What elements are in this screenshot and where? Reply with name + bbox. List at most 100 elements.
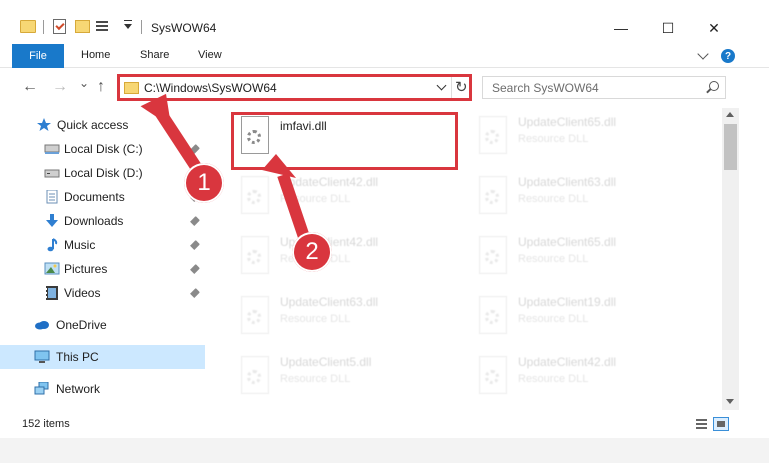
file-item[interactable]: UpdateClient19.dll Resource DLL [472, 293, 702, 343]
address-separator [451, 77, 452, 98]
file-type: Resource DLL [280, 373, 351, 385]
sidebar-item-label: OneDrive [56, 318, 107, 332]
documents-icon [46, 190, 58, 204]
sidebar-item-label: Videos [64, 286, 101, 300]
pin-icon[interactable] [190, 216, 200, 226]
quick-access-customize-icon[interactable] [96, 19, 114, 34]
tab-home[interactable]: Home [81, 49, 110, 61]
up-button[interactable]: ↑ [97, 79, 105, 95]
file-type: Resource DLL [518, 373, 589, 385]
help-icon[interactable]: ? [721, 49, 735, 63]
file-name: UpdateClient5.dll [280, 355, 372, 369]
sidebar-item-videos[interactable]: Videos [0, 281, 205, 305]
step-badge-2: 2 [292, 232, 332, 272]
tab-view[interactable]: View [198, 49, 222, 61]
sidebar-item-pictures[interactable]: Pictures [0, 257, 205, 281]
file-type: Resource DLL [518, 133, 589, 145]
address-dropdown-icon[interactable] [436, 80, 447, 91]
file-item[interactable]: UpdateClient65.dll Resource DLL [472, 113, 702, 163]
file-type: Resource DLL [280, 193, 351, 205]
minimize-button[interactable]: — [598, 12, 644, 44]
file-type: Resource DLL [518, 193, 589, 205]
file-type: Resource DLL [518, 253, 589, 265]
status-bar: 152 items [0, 410, 769, 438]
sidebar-item-downloads[interactable]: Downloads [0, 209, 205, 233]
file-name: UpdateClient42.dll [280, 175, 379, 189]
item-count: 152 items [22, 418, 70, 430]
file-name: UpdateClient19.dll [518, 295, 617, 309]
recent-locations-button[interactable]: ⌄ [79, 75, 89, 91]
file-highlight-box [231, 112, 458, 170]
file-item[interactable]: UpdateClient42.dll Resource DLL [472, 353, 702, 403]
new-folder-icon[interactable] [75, 20, 90, 33]
dll-file-icon [476, 236, 510, 280]
scroll-up-arrow-icon[interactable] [726, 112, 734, 117]
search-icon[interactable] [709, 81, 719, 91]
file-name: UpdateClient63.dll [280, 295, 379, 309]
sidebar-item-local-disk-c[interactable]: Local Disk (C:) [0, 137, 205, 161]
sidebar-item-network[interactable]: Network [0, 377, 205, 401]
window-bottom-edge [0, 438, 769, 463]
file-name: UpdateClient65.dll [518, 235, 617, 249]
scroll-down-arrow-icon[interactable] [726, 399, 734, 404]
sidebar-item-local-disk-d[interactable]: Local Disk (D:) [0, 161, 205, 185]
folder-icon [124, 82, 139, 94]
pin-icon[interactable] [190, 264, 200, 274]
sidebar-item-quick-access[interactable]: Quick access [0, 113, 205, 137]
sidebar-item-label: This PC [56, 350, 99, 364]
file-type: Resource DLL [518, 313, 589, 325]
large-icons-view-icon[interactable] [713, 417, 729, 431]
sidebar-item-label: Downloads [64, 214, 124, 228]
address-bar[interactable]: C:\Windows\SysWOW64 ↻ [117, 74, 472, 101]
sidebar-item-label: Quick access [57, 118, 129, 132]
sidebar-item-documents[interactable]: Documents [0, 185, 205, 209]
expand-ribbon-chevron-icon[interactable] [697, 48, 709, 60]
file-item[interactable]: UpdateClient65.dll Resource DLL [472, 233, 702, 283]
file-item[interactable]: UpdateClient63.dll Resource DLL [234, 293, 464, 343]
pin-icon[interactable] [190, 144, 200, 154]
file-item[interactable]: UpdateClient63.dll Resource DLL [472, 173, 702, 223]
folder-icon [20, 20, 36, 33]
vertical-scrollbar[interactable] [722, 108, 739, 410]
title-separator [141, 20, 142, 34]
back-button[interactable]: ← [22, 79, 38, 95]
drive-icon [44, 144, 60, 154]
file-item[interactable]: UpdateClient42.dll Resource DLL [234, 173, 464, 223]
dll-file-icon [476, 356, 510, 400]
sidebar-item-label: Network [56, 382, 101, 396]
title-bar: SysWOW64 — ☐ ✕ [0, 0, 769, 44]
downloads-icon [46, 214, 58, 227]
quick-access-dropdown-icon[interactable] [124, 20, 132, 29]
search-input[interactable]: Search SysWOW64 [482, 76, 726, 99]
window-title: SysWOW64 [151, 21, 217, 35]
address-path[interactable]: C:\Windows\SysWOW64 [144, 81, 277, 95]
videos-icon [46, 286, 58, 300]
tab-share[interactable]: Share [140, 49, 169, 61]
step-badge-1: 1 [184, 163, 224, 203]
pin-icon[interactable] [190, 288, 200, 298]
file-name: UpdateClient63.dll [518, 175, 617, 189]
pin-icon[interactable] [190, 240, 200, 250]
navigation-pane: Quick access Local Disk (C:) Local Disk … [0, 108, 205, 410]
dll-file-icon [238, 176, 272, 220]
forward-button[interactable]: → [52, 79, 68, 95]
close-button[interactable]: ✕ [691, 12, 737, 44]
sidebar-item-this-pc[interactable]: This PC [0, 345, 205, 369]
file-item[interactable]: UpdateClient5.dll Resource DLL [234, 353, 464, 403]
details-view-icon[interactable] [696, 419, 707, 429]
this-pc-icon [34, 350, 50, 363]
tab-file[interactable]: File [12, 44, 64, 68]
ribbon-tabs: File Home Share View ? [0, 44, 769, 68]
scroll-thumb[interactable] [724, 124, 737, 170]
sidebar-item-music[interactable]: Music [0, 233, 205, 257]
maximize-button[interactable]: ☐ [645, 12, 691, 44]
network-icon [34, 382, 49, 395]
dll-file-icon [476, 116, 510, 160]
refresh-button[interactable]: ↻ [455, 78, 468, 96]
onedrive-icon [35, 321, 49, 330]
sidebar-item-label: Local Disk (C:) [64, 142, 143, 156]
pictures-icon [44, 262, 60, 275]
file-item[interactable]: UpdateClient42.dll Resource DLL [234, 233, 464, 283]
sidebar-item-onedrive[interactable]: OneDrive [0, 313, 205, 337]
properties-icon[interactable] [53, 19, 66, 34]
